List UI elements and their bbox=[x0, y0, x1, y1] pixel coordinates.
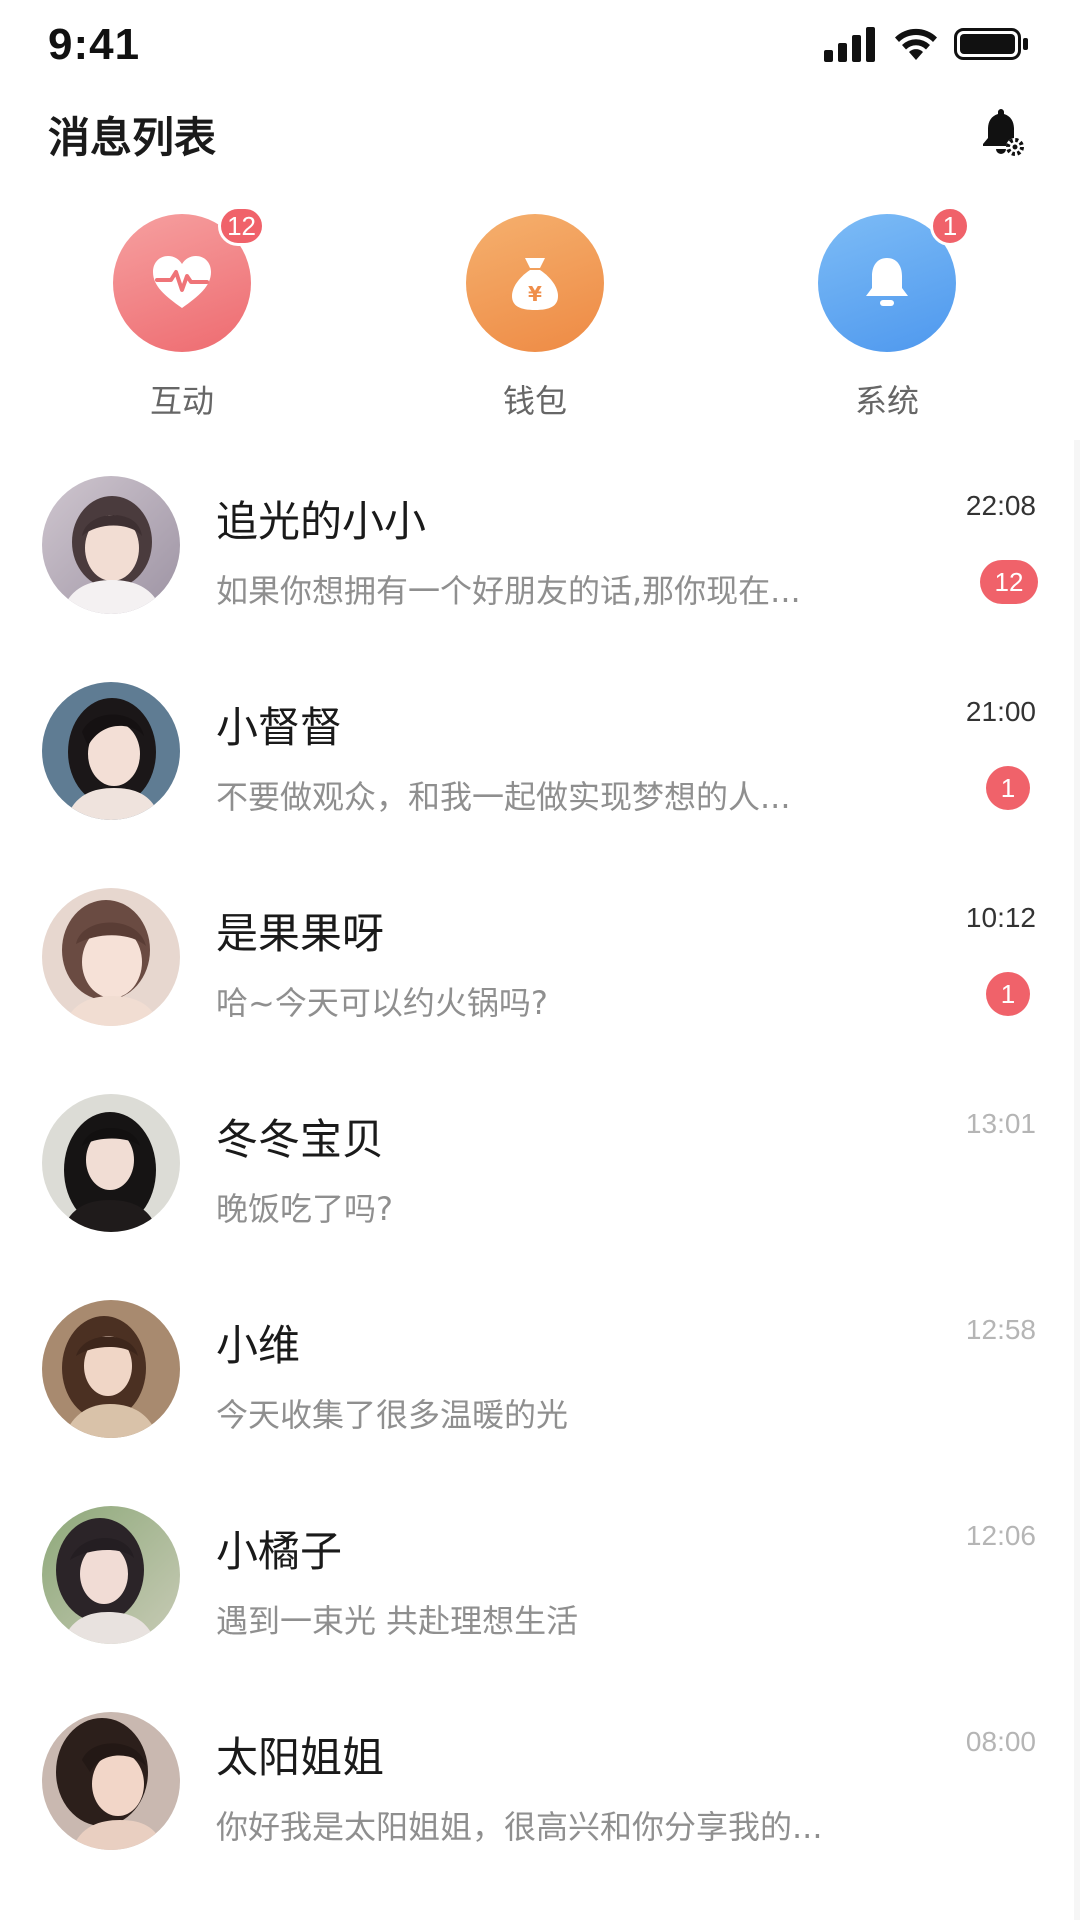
chat-row[interactable]: 太阳姐姐 你好我是太阳姐姐，很高兴和你分享我的... 08:00 bbox=[0, 1676, 1080, 1882]
chat-row[interactable]: 小督督 不要做观众，和我一起做实现梦想的人... 21:00 1 bbox=[0, 646, 1080, 852]
chat-time: 21:00 bbox=[965, 696, 1036, 727]
chat-preview: 哈~今天可以约火锅吗? bbox=[216, 984, 548, 1022]
chat-name: 追光的小小 bbox=[216, 497, 427, 546]
chat-preview: 你好我是太阳姐姐，很高兴和你分享我的... bbox=[216, 1808, 823, 1846]
chat-row[interactable]: 追光的小小 如果你想拥有一个好朋友的话,那你现在... 22:08 12 bbox=[0, 440, 1080, 646]
avatar bbox=[42, 1712, 180, 1850]
status-icons bbox=[824, 22, 1030, 62]
quick-action-label: 系统 bbox=[854, 382, 919, 420]
avatar bbox=[42, 682, 180, 820]
chat-row[interactable]: 小维 今天收集了很多温暖的光 12:58 bbox=[0, 1264, 1080, 1470]
quick-action-wallet[interactable]: ¥ 钱包 bbox=[435, 214, 635, 424]
quick-action-label: 互动 bbox=[149, 382, 214, 420]
chat-preview: 今天收集了很多温暖的光 bbox=[216, 1396, 569, 1434]
page-title: 消息列表 bbox=[48, 113, 217, 162]
chat-time: 10:12 bbox=[965, 902, 1036, 933]
interaction-badge: 12 bbox=[218, 206, 265, 246]
chat-name: 小督督 bbox=[216, 703, 343, 752]
message-list-screen: 9:41 消息列表 12 互动 ¥ 钱包 1 系统 追光的小小 如果你想拥有一个… bbox=[0, 0, 1080, 1920]
system-circle: 1 bbox=[818, 206, 970, 352]
chat-preview: 如果你想拥有一个好朋友的话,那你现在... bbox=[216, 572, 801, 610]
heart-pulse-icon bbox=[153, 256, 211, 308]
quick-action-system[interactable]: 1 系统 bbox=[787, 206, 987, 424]
chat-row[interactable]: 冬冬宝贝 晚饭吃了吗? 13:01 bbox=[0, 1058, 1080, 1264]
avatar bbox=[42, 1506, 180, 1644]
unread-badge: 12 bbox=[980, 560, 1038, 604]
chat-preview: 遇到一束光 共赴理想生活 bbox=[216, 1602, 579, 1640]
wallet-circle: ¥ bbox=[466, 214, 604, 352]
quick-action-interaction[interactable]: 12 互动 bbox=[82, 206, 282, 424]
bell-settings-icon[interactable] bbox=[978, 108, 1026, 160]
chat-row[interactable]: 小橘子 遇到一束光 共赴理想生活 12:06 bbox=[0, 1470, 1080, 1676]
chat-time: 08:00 bbox=[965, 1726, 1036, 1757]
wifi-icon bbox=[895, 28, 937, 60]
chat-preview: 晚饭吃了吗? bbox=[216, 1190, 393, 1228]
battery-icon bbox=[954, 28, 1028, 60]
chat-preview: 不要做观众，和我一起做实现梦想的人... bbox=[216, 778, 791, 816]
avatar bbox=[42, 1300, 180, 1438]
quick-action-label: 钱包 bbox=[502, 382, 567, 420]
chat-time: 12:06 bbox=[965, 1520, 1036, 1551]
chat-time: 13:01 bbox=[965, 1108, 1036, 1139]
bell-icon bbox=[866, 258, 908, 306]
unread-badge: 1 bbox=[986, 766, 1030, 810]
avatar bbox=[42, 1094, 180, 1232]
unread-badge: 1 bbox=[986, 972, 1030, 1016]
avatar bbox=[42, 888, 180, 1026]
chat-name: 冬冬宝贝 bbox=[216, 1115, 385, 1164]
quick-actions: 12 互动 ¥ 钱包 1 系统 bbox=[0, 206, 1080, 424]
chat-name: 小维 bbox=[216, 1321, 301, 1370]
chat-time: 22:08 bbox=[965, 490, 1036, 521]
interaction-circle: 12 bbox=[113, 206, 265, 352]
chat-time: 12:58 bbox=[965, 1314, 1036, 1345]
chat-row[interactable]: 是果果呀 哈~今天可以约火锅吗? 10:12 1 bbox=[0, 852, 1080, 1058]
signal-icon bbox=[824, 27, 875, 62]
system-badge: 1 bbox=[930, 206, 970, 246]
money-bag-icon: ¥ bbox=[512, 258, 558, 310]
chat-name: 太阳姐姐 bbox=[216, 1733, 385, 1782]
avatar bbox=[42, 476, 180, 614]
status-bar: 9:41 bbox=[0, 0, 1080, 90]
svg-text:¥: ¥ bbox=[528, 282, 542, 306]
header: 消息列表 bbox=[0, 96, 1080, 176]
chat-name: 小橘子 bbox=[216, 1527, 343, 1576]
chat-name: 是果果呀 bbox=[216, 909, 385, 958]
status-time: 9:41 bbox=[48, 20, 141, 69]
